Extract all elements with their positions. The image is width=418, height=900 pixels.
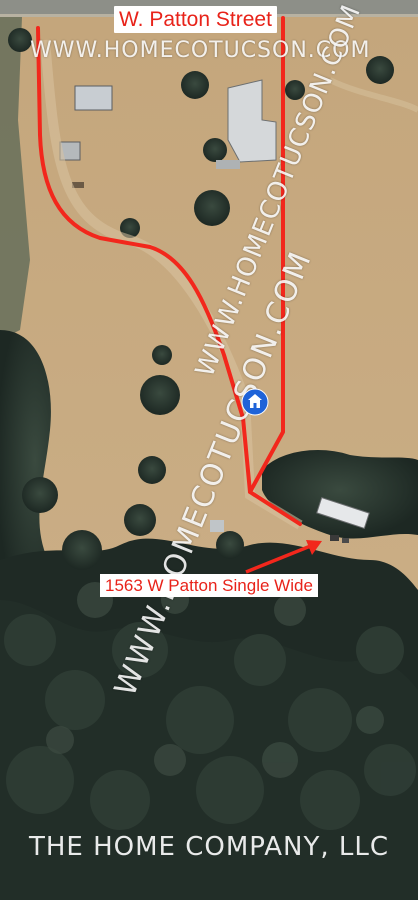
home-label: 1563 W Patton Single Wide	[100, 574, 318, 597]
company-footer: THE HOME COMPANY, LLC	[28, 832, 390, 862]
home-icon[interactable]	[241, 388, 269, 416]
map-view: W. Patton Street WWW.HOMECOTUCSON.COM WW…	[0, 0, 418, 900]
street-label: W. Patton Street	[114, 6, 277, 33]
building	[74, 85, 113, 111]
